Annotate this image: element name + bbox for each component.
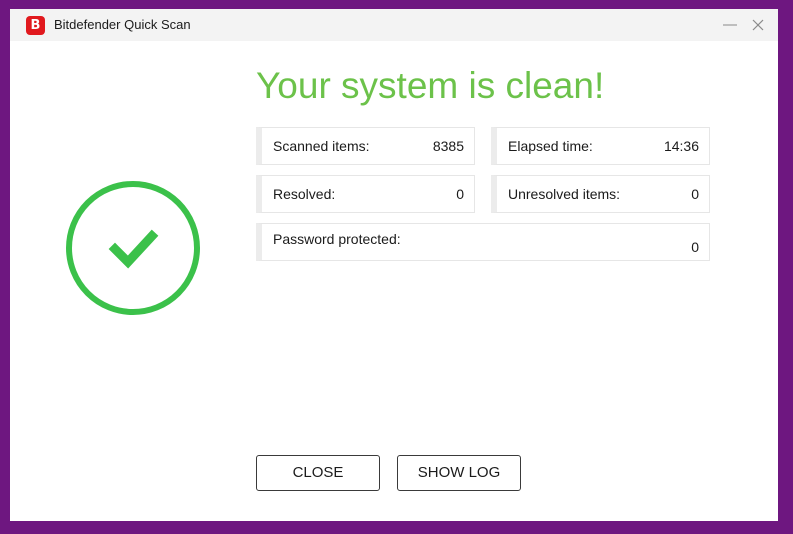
minimize-button[interactable] [717,13,743,37]
checkmark-circle-icon [66,181,200,315]
show-log-button[interactable]: SHOW LOG [397,455,521,491]
stat-label: Password protected: [273,231,401,247]
stat-value: 0 [456,186,464,202]
stat-value: 8385 [432,138,464,154]
stat-unresolved-items: Unresolved items: 0 [491,175,710,213]
minimize-icon [723,24,737,26]
stat-label: Elapsed time: [508,138,593,154]
stat-label: Scanned items: [273,138,370,154]
stat-value: 0 [691,239,699,255]
title-bar: B Bitdefender Quick Scan [10,9,778,41]
stat-label: Unresolved items: [508,186,621,202]
window-close-button[interactable] [745,13,771,37]
stat-value: 14:36 [663,138,699,154]
close-icon [752,19,764,31]
stat-value: 0 [691,186,699,202]
close-button[interactable]: CLOSE [256,455,380,491]
scan-result-headline: Your system is clean! [256,65,605,106]
stat-resolved: Resolved: 0 [256,175,475,213]
stat-password-protected: Password protected: 0 [256,223,710,261]
bitdefender-logo-icon: B [26,16,45,35]
stat-scanned-items: Scanned items: 8385 [256,127,475,165]
window-title: Bitdefender Quick Scan [54,17,191,32]
app-window: B Bitdefender Quick Scan Your system is … [10,9,778,521]
stat-elapsed-time: Elapsed time: 14:36 [491,127,710,165]
stat-label: Resolved: [273,186,336,202]
